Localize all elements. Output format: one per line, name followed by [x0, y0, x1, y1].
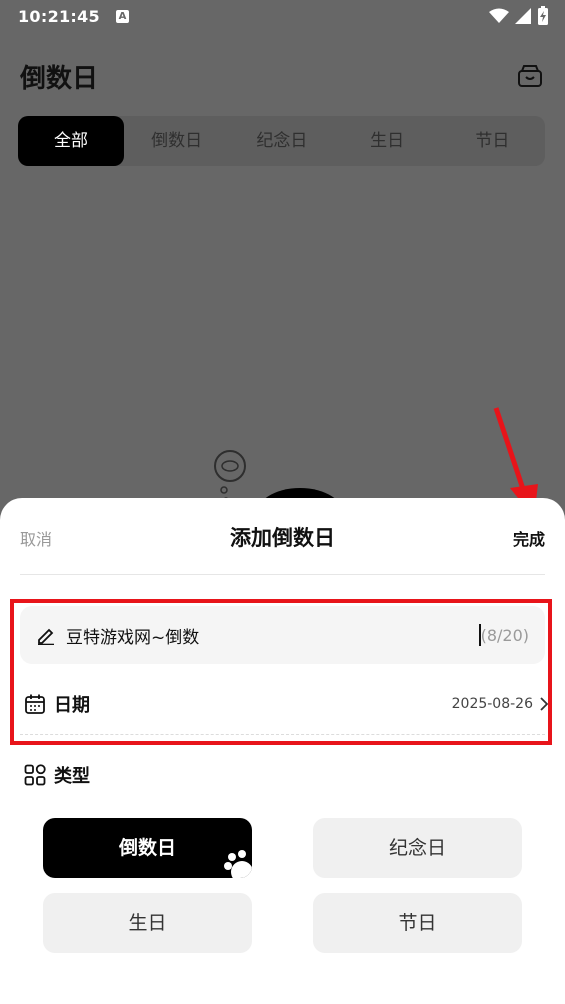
signal-icon — [515, 8, 531, 24]
add-countdown-sheet: 取消 添加倒数日 完成 豆特游戏网~倒数 (8/20) 日期 2025-08-2… — [0, 498, 565, 1004]
type-countdown-button[interactable]: 倒数日 — [43, 818, 252, 878]
sheet-title: 添加倒数日 — [230, 526, 335, 550]
paw-icon — [224, 850, 252, 878]
status-time: 10:21:45 — [18, 6, 100, 26]
annotation-highlight-box — [10, 599, 552, 745]
tab-birthday[interactable]: 生日 — [335, 116, 440, 166]
type-holiday-button[interactable]: 节日 — [313, 893, 522, 953]
type-label: 类型 — [54, 766, 90, 787]
type-anniversary-label: 纪念日 — [388, 837, 446, 859]
tab-all[interactable]: 全部 — [18, 116, 124, 166]
type-holiday-label: 节日 — [398, 912, 437, 934]
type-countdown-label: 倒数日 — [118, 837, 176, 859]
category-grid-icon — [24, 764, 46, 786]
notification-icon: A — [116, 9, 129, 23]
type-birthday-button[interactable]: 生日 — [43, 893, 252, 953]
type-anniversary-button[interactable]: 纪念日 — [313, 818, 522, 878]
type-section-header: 类型 — [24, 762, 90, 788]
archive-box-icon[interactable] — [517, 64, 543, 88]
wifi-icon — [489, 8, 509, 23]
app-title: 倒数日 — [20, 64, 99, 94]
type-birthday-label: 生日 — [128, 912, 167, 934]
tab-countdown[interactable]: 倒数日 — [124, 116, 229, 166]
battery-icon — [538, 6, 548, 25]
filter-tabs: 全部 倒数日 纪念日 生日 节日 — [18, 116, 545, 166]
status-bar: 10:21:45 A — [0, 0, 565, 32]
tab-anniversary[interactable]: 纪念日 — [229, 116, 334, 166]
done-button[interactable]: 完成 — [513, 526, 545, 550]
tab-holiday[interactable]: 节日 — [440, 116, 545, 166]
header-divider — [20, 574, 545, 575]
sheet-header: 取消 添加倒数日 完成 — [0, 498, 565, 574]
